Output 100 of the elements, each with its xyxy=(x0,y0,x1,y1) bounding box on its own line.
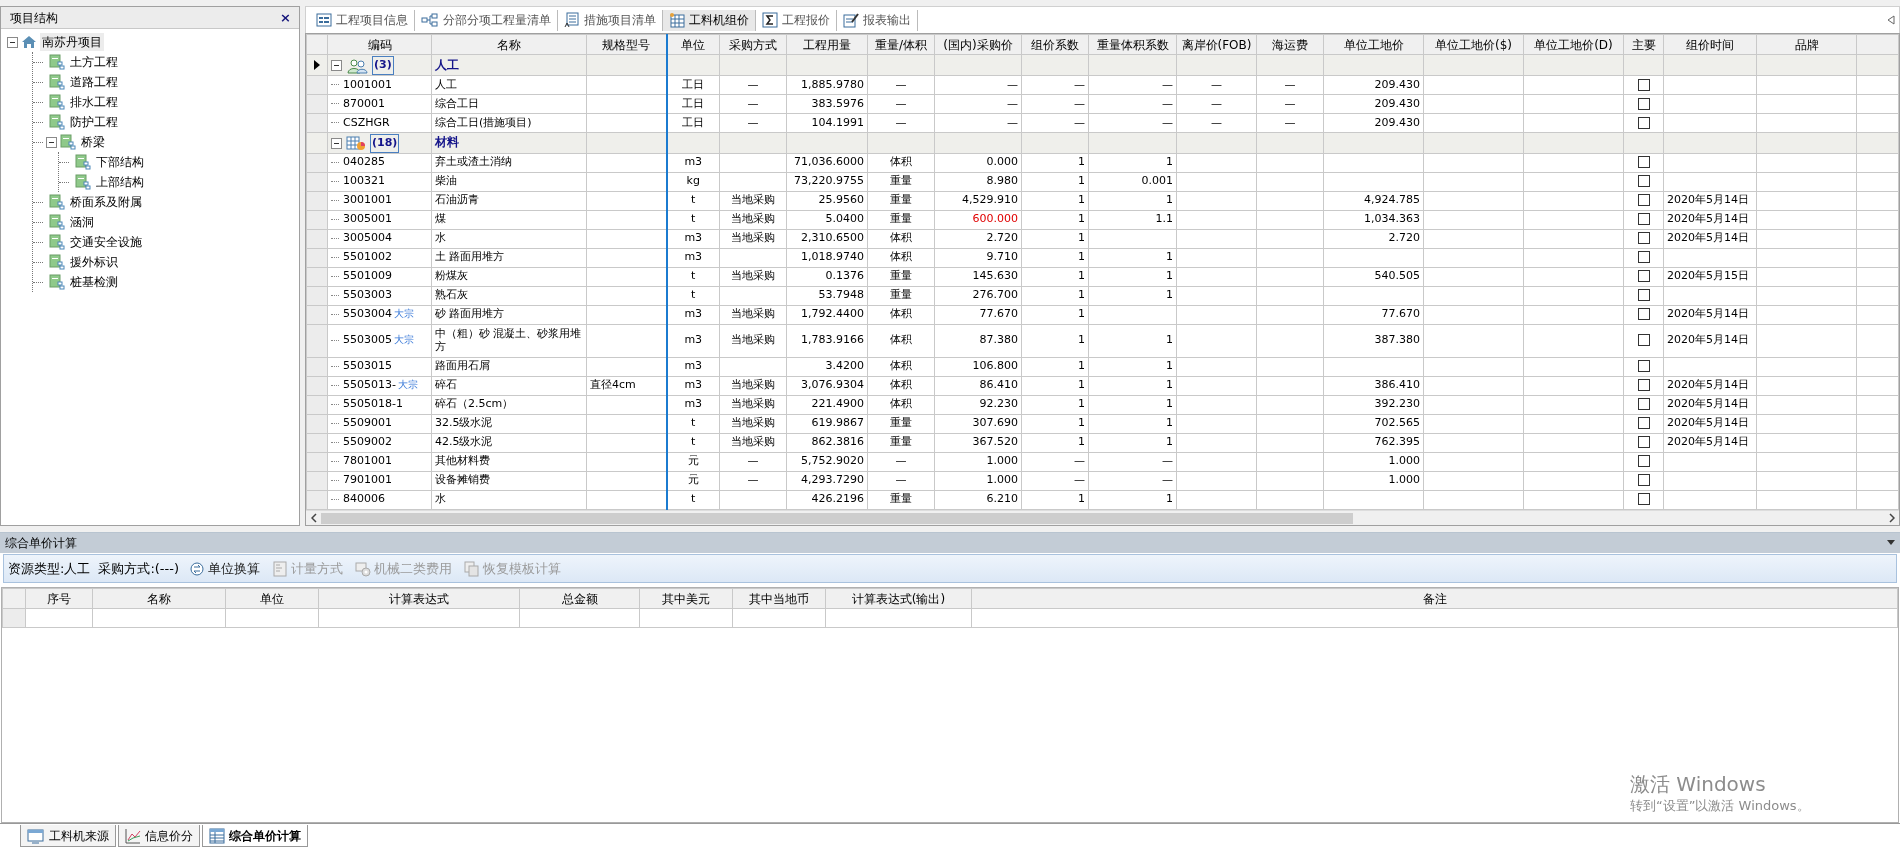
checkbox[interactable] xyxy=(1637,270,1650,283)
toolbar-tab[interactable]: 措施项目清单 xyxy=(558,9,663,31)
toolbar-tab[interactable]: 工料机组价 xyxy=(663,9,756,31)
checkbox[interactable] xyxy=(1637,493,1650,506)
checkbox[interactable] xyxy=(1637,116,1650,129)
tab[interactable]: 信息价分 xyxy=(118,825,200,847)
column-header[interactable]: 其中美元 xyxy=(639,588,733,609)
checkbox[interactable] xyxy=(1637,78,1650,91)
checkbox[interactable] xyxy=(1637,417,1650,430)
tree-item[interactable]: 南苏丹项目 xyxy=(40,33,104,51)
tab[interactable]: 工料机来源 xyxy=(20,825,116,847)
toolbar-tab[interactable]: 工程项目信息 xyxy=(310,9,415,31)
tree-item[interactable]: 上部结构 xyxy=(94,173,146,191)
checkbox[interactable] xyxy=(1637,308,1650,321)
toolbar-button[interactable]: 单位换算 xyxy=(187,558,262,579)
collapse-icon[interactable] xyxy=(331,60,342,71)
table-cell: — xyxy=(1176,75,1257,95)
checkbox[interactable] xyxy=(1637,232,1650,245)
tree-item[interactable]: 土方工程 xyxy=(68,53,120,71)
table-cell xyxy=(1256,395,1324,414)
tree-item[interactable]: 排水工程 xyxy=(68,93,120,111)
column-header[interactable]: 重量/体积 xyxy=(867,34,935,55)
column-header[interactable]: 采购方式 xyxy=(719,34,787,55)
table-cell: 2020年5月14日 xyxy=(1663,210,1757,229)
column-header[interactable]: 名称 xyxy=(431,34,587,55)
column-header[interactable]: 单位工地价 xyxy=(1323,34,1424,55)
table-cell xyxy=(1856,452,1899,471)
column-header[interactable]: 总金额 xyxy=(519,588,640,609)
column-header[interactable]: 名称 xyxy=(92,588,226,609)
column-header[interactable]: 主要 xyxy=(1623,34,1664,55)
table-cell: t xyxy=(666,210,720,229)
toolbar-tab[interactable]: 报表输出 xyxy=(837,9,918,31)
table-cell: 碎石 xyxy=(431,376,587,395)
tree-item[interactable]: 桥面系及附属 xyxy=(68,193,144,211)
column-header[interactable]: 规格型号 xyxy=(586,34,667,55)
close-button[interactable]: × xyxy=(278,11,293,24)
column-header[interactable]: 计算表达式 xyxy=(318,588,520,609)
column-header[interactable]: 备注 xyxy=(971,588,1898,609)
sheet-icon xyxy=(49,54,65,70)
column-header[interactable]: 海运费 xyxy=(1256,34,1324,55)
column-header[interactable]: 品牌 xyxy=(1756,34,1857,55)
toolbar-tab[interactable]: 工程报价 xyxy=(756,9,837,31)
checkbox[interactable] xyxy=(1637,360,1650,373)
table-cell xyxy=(1256,471,1324,490)
checkbox[interactable] xyxy=(1637,455,1650,468)
column-header[interactable]: 其中当地币 xyxy=(732,588,826,609)
tree-item[interactable]: 涵洞 xyxy=(68,213,96,231)
tree-item[interactable]: 桥梁 xyxy=(79,133,107,151)
dropdown-icon[interactable] xyxy=(1887,540,1895,546)
checkbox[interactable] xyxy=(1637,175,1650,188)
checkbox[interactable] xyxy=(1637,474,1650,487)
column-header[interactable]: 序号 xyxy=(25,588,93,609)
table-cell: 元 xyxy=(666,471,720,490)
tree-item[interactable]: 桩基检测 xyxy=(68,273,120,291)
form-icon xyxy=(316,13,332,27)
tree-item[interactable]: 援外标识 xyxy=(68,253,120,271)
scroll-left-icon[interactable] xyxy=(310,513,317,523)
table-cell: 3.4200 xyxy=(786,357,868,376)
collapse-icon[interactable] xyxy=(331,137,342,149)
table-cell xyxy=(1256,229,1324,248)
checkbox[interactable] xyxy=(1637,213,1650,226)
table-cell xyxy=(1856,286,1899,305)
column-header[interactable]: 单位 xyxy=(225,588,319,609)
column-header[interactable]: 重量体积系数 xyxy=(1088,34,1177,55)
checkbox[interactable] xyxy=(1637,251,1650,264)
checkbox[interactable] xyxy=(1637,156,1650,169)
column-header[interactable]: 离岸价(FOB) xyxy=(1176,34,1257,55)
scrollbar-thumb[interactable] xyxy=(321,512,1353,524)
collapse-icon[interactable] xyxy=(46,136,57,148)
column-header[interactable]: 计算表达式(输出) xyxy=(825,588,972,609)
column-header[interactable]: 组价时间 xyxy=(1663,34,1757,55)
tree-item[interactable]: 防护工程 xyxy=(68,113,120,131)
checkbox[interactable] xyxy=(1637,379,1650,392)
tree-item[interactable]: 交通安全设施 xyxy=(68,233,144,251)
checkbox[interactable] xyxy=(1637,398,1650,411)
column-header[interactable]: 单位工地价(D) xyxy=(1523,34,1624,55)
table-cell xyxy=(1856,433,1899,452)
checkbox[interactable] xyxy=(1637,334,1650,347)
table-cell xyxy=(1856,191,1899,210)
column-header[interactable]: 编码 xyxy=(327,34,432,55)
table-cell: 当地采购 xyxy=(719,414,787,433)
toolbar-tab[interactable]: 分部分项工程量清单 xyxy=(415,9,558,31)
column-header[interactable]: 工程用量 xyxy=(786,34,868,55)
checkbox[interactable] xyxy=(1637,436,1650,449)
collapse-icon[interactable] xyxy=(7,36,18,48)
tree-item[interactable]: 道路工程 xyxy=(68,73,120,91)
scroll-left-icon[interactable] xyxy=(1887,15,1895,25)
tab[interactable]: 综合单价计算 xyxy=(202,825,308,847)
column-header[interactable]: 单位 xyxy=(666,34,720,55)
checkbox[interactable] xyxy=(1637,194,1650,207)
category-tag: 大宗 xyxy=(394,308,414,320)
checkbox[interactable] xyxy=(1637,289,1650,302)
column-header[interactable]: 组价系数 xyxy=(1021,34,1089,55)
column-header[interactable]: (国内)采购价 xyxy=(934,34,1022,55)
category-tag: 大宗 xyxy=(397,379,418,391)
scroll-right-icon[interactable] xyxy=(1888,513,1895,523)
table-cell: 元 xyxy=(666,452,720,471)
checkbox[interactable] xyxy=(1637,97,1650,110)
tree-item[interactable]: 下部结构 xyxy=(94,153,146,171)
column-header[interactable]: 单位工地价($) xyxy=(1423,34,1524,55)
